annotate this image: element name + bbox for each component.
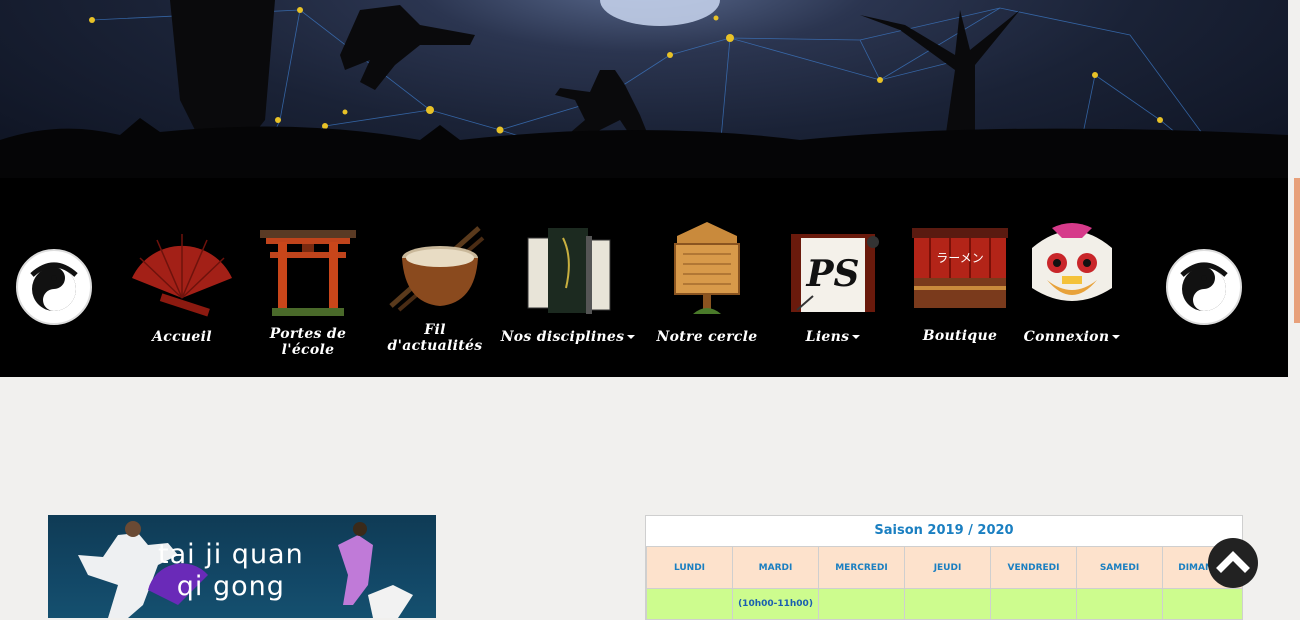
banner-title-line1: tai ji quan [158, 539, 304, 571]
nav-label-portes: Portes de l'école [238, 326, 378, 358]
tai-ji-quan-banner[interactable]: tai ji quan qi gong [48, 515, 436, 618]
club-logo-right[interactable] [1166, 249, 1242, 325]
nav-label-liens: Liens [763, 329, 903, 345]
ps-scroll-icon: PS [783, 218, 883, 318]
nav-label-nos-disciplines: Nos disciplines [498, 329, 638, 345]
fan-icon [132, 218, 232, 318]
svg-text:ラーメン: ラーメン [936, 251, 984, 265]
day-header: MERCREDI [819, 547, 905, 589]
schedule-cell [905, 589, 991, 620]
day-header: LUNDI [647, 547, 733, 589]
table-header-row: LUNDI MARDI MERCREDI JEUDI VENDREDI SAME… [647, 547, 1244, 589]
site-header: Accueil Portes de l'école Fil d'actualit… [0, 0, 1288, 377]
svg-text:PS: PS [805, 253, 859, 295]
chevron-up-icon [1208, 538, 1258, 588]
banner-title: tai ji quan qi gong [158, 539, 304, 603]
wooden-sign-icon [657, 218, 757, 318]
weekly-schedule-table: LUNDI MARDI MERCREDI JEUDI VENDREDI SAME… [646, 546, 1243, 620]
back-to-top-button[interactable] [1208, 538, 1258, 588]
season-title: Saison 2019 / 2020 [646, 516, 1242, 546]
schedule-cell [647, 589, 733, 620]
nav-label-notre-cercle: Notre cercle [637, 329, 777, 345]
nav-item-portes[interactable]: Portes de l'école [248, 212, 368, 362]
nav-item-notre-cercle[interactable]: Notre cercle [647, 212, 767, 362]
schedule-cell: (10h00-11h00) [733, 589, 819, 620]
nav-item-accueil[interactable]: Accueil [122, 212, 242, 362]
nav-label-fil-actualites: Fil d'actualités [365, 322, 505, 354]
schedule-cell [991, 589, 1077, 620]
torii-gate-icon [258, 218, 358, 318]
scrollbar-thumb[interactable] [1294, 178, 1300, 323]
day-header: JEUDI [905, 547, 991, 589]
schedule-cell [1077, 589, 1163, 620]
nav-label-accueil: Accueil [112, 329, 252, 345]
banner-title-line2: qi gong [158, 571, 304, 603]
noodle-bowl-icon [385, 218, 485, 318]
nav-item-liens[interactable]: PS Liens [773, 212, 893, 362]
yin-yang-dragon-icon [18, 251, 90, 323]
ramen-shop-icon: ラーメン [910, 218, 1010, 318]
nav-item-connexion[interactable]: Connexion [1012, 212, 1132, 362]
day-header: VENDREDI [991, 547, 1077, 589]
day-header: MARDI [733, 547, 819, 589]
table-row: (10h00-11h00) [647, 589, 1244, 620]
dropdown-caret-icon [627, 335, 635, 339]
lion-dance-head-icon [1022, 218, 1122, 318]
schedule-table-panel: Saison 2019 / 2020 LUNDI MARDI MERCREDI … [645, 515, 1243, 620]
yin-yang-dragon-icon [1168, 251, 1240, 323]
nav-item-nos-disciplines[interactable]: Nos disciplines [508, 212, 628, 362]
schedule-cell [819, 589, 905, 620]
club-logo-left[interactable] [16, 249, 92, 325]
day-header: SAMEDI [1077, 547, 1163, 589]
scroll-book-icon [518, 218, 618, 318]
dropdown-caret-icon [852, 335, 860, 339]
schedule-cell [1163, 589, 1244, 620]
dropdown-caret-icon [1112, 335, 1120, 339]
nav-item-fil-actualites[interactable]: Fil d'actualités [375, 212, 495, 362]
nav-label-connexion: Connexion [1002, 329, 1142, 345]
